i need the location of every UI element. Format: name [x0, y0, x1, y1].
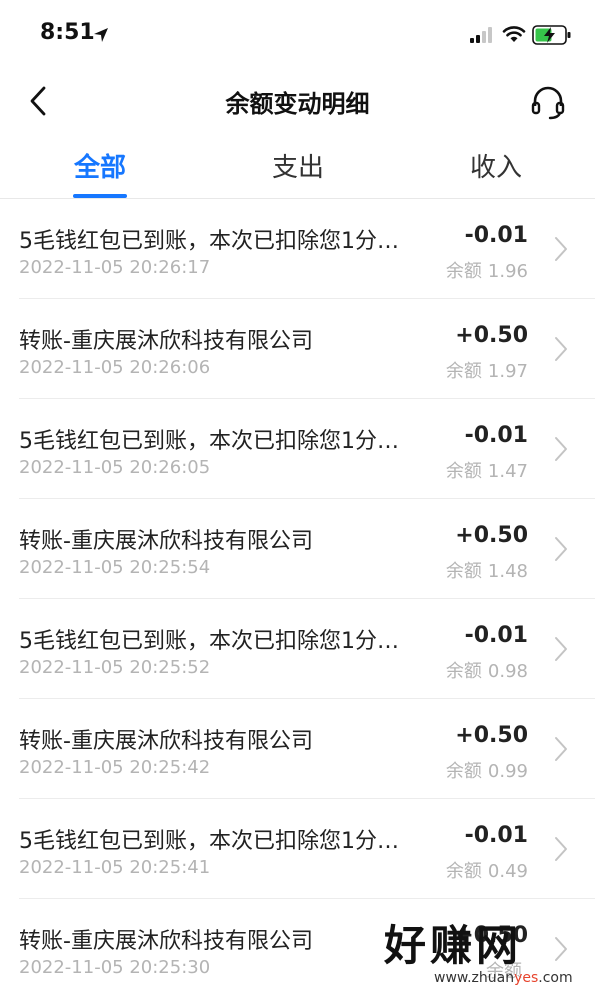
transaction-title: 转账-重庆展沐欣科技有限公司 [19, 929, 313, 954]
transaction-time: 2022-11-05 20:25:54 [19, 557, 211, 578]
transaction-row[interactable]: 5毛钱红包已到账，本次已扣除您1分… 2022-11-05 20:26:17 -… [0, 199, 595, 299]
transaction-time: 2022-11-05 20:25:52 [19, 657, 211, 678]
transaction-title: 转账-重庆展沐欣科技有限公司 [19, 729, 313, 754]
balance-label: 余额 [445, 761, 482, 782]
watermark-logo: 好赚网 www.zhuanyes.com [384, 912, 589, 992]
balance-label: 余额 [445, 561, 482, 582]
balance-value: 1.47 [487, 461, 528, 482]
balance-value: 1.48 [487, 561, 528, 582]
transaction-title: 转账-重庆展沐欣科技有限公司 [19, 329, 313, 354]
battery-charging-icon [532, 25, 571, 45]
location-arrow-icon [94, 28, 108, 42]
balance-label: 余额 [445, 661, 482, 682]
transaction-balance: 余额 1.96 [446, 257, 528, 283]
chevron-right-icon [555, 737, 567, 761]
chevron-right-icon [555, 237, 567, 261]
transaction-time: 2022-11-05 20:25:30 [19, 957, 211, 978]
transaction-amount: +0.50 [455, 523, 528, 548]
transaction-balance: 余额 1.48 [446, 557, 528, 583]
balance-label: 余额 [445, 461, 482, 482]
transaction-amount: -0.01 [464, 223, 528, 248]
transaction-time: 2022-11-05 20:25:42 [19, 757, 211, 778]
balance-value: 1.96 [487, 261, 528, 282]
balance-value: 1.97 [487, 361, 528, 382]
transaction-amount: +0.50 [455, 323, 528, 348]
transaction-row[interactable]: 转账-重庆展沐欣科技有限公司 2022-11-05 20:25:42 +0.50… [0, 699, 595, 799]
chevron-right-icon [555, 537, 567, 561]
transaction-balance: 余额 0.98 [446, 657, 528, 683]
transaction-balance: 余额 0.49 [446, 857, 528, 883]
transaction-title: 转账-重庆展沐欣科技有限公司 [19, 529, 313, 554]
transaction-row[interactable]: 5毛钱红包已到账，本次已扣除您1分… 2022-11-05 20:26:05 -… [0, 399, 595, 499]
transaction-balance: 余额 0.99 [446, 757, 528, 783]
transaction-balance: 余额 1.47 [446, 457, 528, 483]
transaction-row[interactable]: 5毛钱红包已到账，本次已扣除您1分… 2022-11-05 20:25:52 -… [0, 599, 595, 699]
balance-value: 0.98 [487, 661, 528, 682]
chevron-right-icon [555, 837, 567, 861]
watermark-url: www.zhuanyes.com [434, 970, 573, 986]
balance-label: 余额 [445, 861, 482, 882]
filter-tabs: 全部 支出 收入 [0, 132, 595, 199]
chevron-right-icon [555, 337, 567, 361]
transaction-title: 5毛钱红包已到账，本次已扣除您1分… [19, 229, 399, 254]
chevron-right-icon [555, 437, 567, 461]
transaction-amount: -0.01 [464, 823, 528, 848]
balance-value: 0.49 [487, 861, 528, 882]
transaction-list: 5毛钱红包已到账，本次已扣除您1分… 2022-11-05 20:26:17 -… [0, 199, 595, 999]
transaction-title: 5毛钱红包已到账，本次已扣除您1分… [19, 829, 399, 854]
page-title: 余额变动明细 [225, 90, 370, 118]
transaction-time: 2022-11-05 20:25:41 [19, 857, 211, 878]
cellular-signal-icon [470, 27, 492, 43]
chevron-right-icon [555, 637, 567, 661]
tab-income[interactable]: 收入 [446, 147, 546, 184]
transaction-time: 2022-11-05 20:26:05 [19, 457, 211, 478]
watermark-url-prefix: www.zhuan [434, 970, 515, 986]
transaction-time: 2022-11-05 20:26:06 [19, 357, 211, 378]
tab-expense[interactable]: 支出 [248, 147, 348, 184]
transaction-row[interactable]: 5毛钱红包已到账，本次已扣除您1分… 2022-11-05 20:25:41 -… [0, 799, 595, 899]
transaction-title: 5毛钱红包已到账，本次已扣除您1分… [19, 629, 399, 654]
customer-service-headset-icon[interactable] [528, 82, 568, 122]
transaction-amount: +0.50 [455, 723, 528, 748]
transaction-title: 5毛钱红包已到账，本次已扣除您1分… [19, 429, 399, 454]
watermark-text: 好赚网 [384, 921, 523, 970]
transaction-balance: 余额 1.97 [446, 357, 528, 383]
navigation-bar: 余额变动明细 [0, 70, 595, 132]
active-tab-indicator [73, 194, 127, 198]
transaction-amount: -0.01 [464, 423, 528, 448]
tab-all[interactable]: 全部 [50, 147, 150, 184]
watermark-url-accent: yes [514, 970, 539, 986]
balance-label: 余额 [445, 361, 482, 382]
watermark-url-suffix: .com [538, 970, 573, 986]
status-time: 8:51 [40, 20, 95, 45]
balance-label: 余额 [445, 261, 482, 282]
transaction-amount: -0.01 [464, 623, 528, 648]
balance-value: 0.99 [487, 761, 528, 782]
transaction-time: 2022-11-05 20:26:17 [19, 257, 211, 278]
wifi-icon [502, 26, 526, 42]
status-bar: 8:51 [0, 0, 595, 70]
transaction-row[interactable]: 转账-重庆展沐欣科技有限公司 2022-11-05 20:26:06 +0.50… [0, 299, 595, 399]
transaction-row[interactable]: 转账-重庆展沐欣科技有限公司 2022-11-05 20:25:54 +0.50… [0, 499, 595, 599]
